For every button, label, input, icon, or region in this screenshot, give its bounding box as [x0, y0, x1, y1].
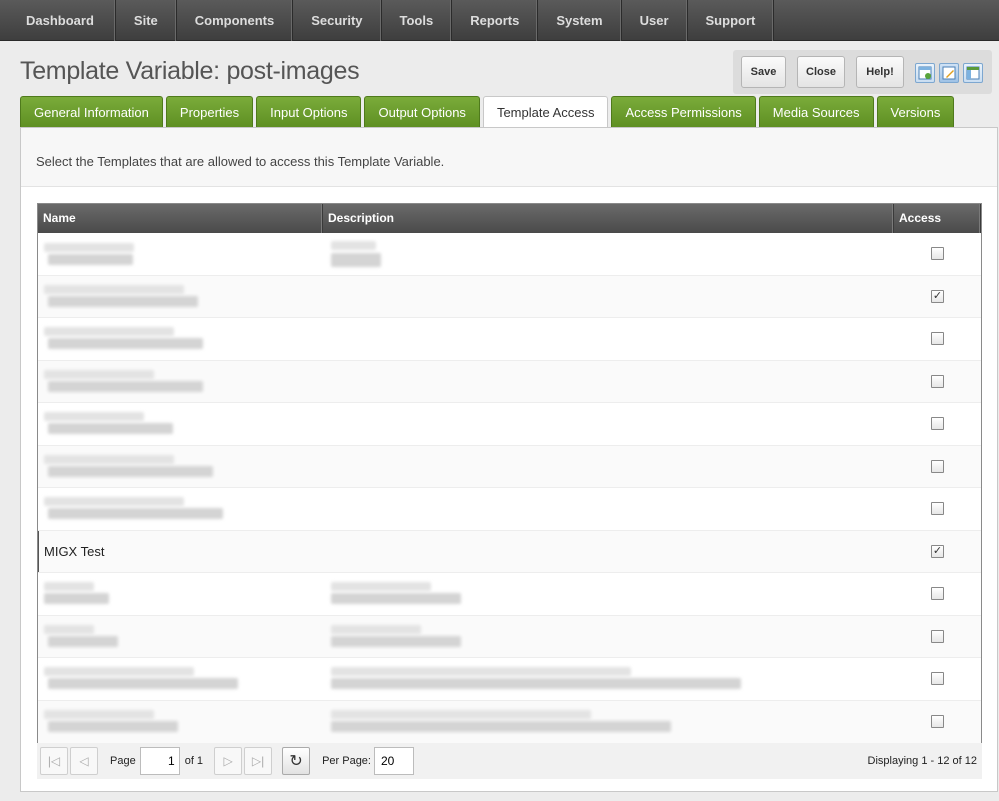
- prev-page-icon[interactable]: ◁: [70, 747, 98, 775]
- layout-north-icon[interactable]: [915, 63, 935, 83]
- nav-reports[interactable]: Reports: [452, 0, 539, 41]
- cell-name: [38, 276, 323, 318]
- table-row[interactable]: [38, 360, 981, 403]
- cell-description: [323, 701, 894, 744]
- close-button[interactable]: Close: [797, 56, 845, 88]
- nav-system[interactable]: System: [538, 0, 622, 41]
- layout-west-icon[interactable]: [963, 63, 983, 83]
- template-name: MIGX Test: [44, 543, 105, 559]
- template-access-panel: Select the Templates that are allowed to…: [20, 127, 998, 792]
- cell-name: [38, 361, 323, 403]
- cell-name: [38, 488, 323, 530]
- page-title: Template Variable: post-images: [20, 57, 360, 85]
- access-checkbox[interactable]: [931, 417, 944, 431]
- table-row[interactable]: [38, 658, 981, 701]
- cell-description: [323, 233, 894, 275]
- access-checkbox[interactable]: ✓: [931, 544, 944, 558]
- tab-media-sources[interactable]: Media Sources: [758, 96, 874, 128]
- refresh-icon[interactable]: ↻: [282, 747, 311, 775]
- access-checkbox[interactable]: [931, 459, 944, 473]
- cell-description: [323, 403, 894, 445]
- access-checkbox[interactable]: [931, 247, 944, 261]
- table-row[interactable]: [38, 403, 981, 446]
- cell-name: MIGX Test: [38, 531, 323, 573]
- cell-description: [323, 446, 894, 488]
- tab-output-options[interactable]: Output Options: [364, 96, 480, 128]
- access-checkbox[interactable]: [931, 672, 944, 686]
- page-number-input[interactable]: [139, 747, 180, 775]
- cell-name: [38, 403, 323, 445]
- tab-template-access[interactable]: Template Access: [482, 96, 609, 129]
- paging-toolbar: |◁ ◁ Page of 1 ▷ ▷| ↻ Per Page: Displayi…: [37, 743, 982, 779]
- access-checkbox[interactable]: [931, 629, 944, 643]
- tab-general-information[interactable]: General Information: [20, 96, 163, 128]
- cell-description: [323, 318, 894, 360]
- top-navigation: Dashboard Site Components Security Tools…: [0, 0, 999, 41]
- page-label: Page: [110, 755, 136, 767]
- templates-grid: Name Description Access ✓ MIGX Test ✓: [37, 203, 982, 743]
- table-row[interactable]: [38, 488, 981, 531]
- table-row[interactable]: MIGX Test ✓: [38, 530, 981, 573]
- edit-icon[interactable]: [939, 63, 959, 83]
- save-button[interactable]: Save: [741, 56, 786, 88]
- access-checkbox[interactable]: [931, 374, 944, 388]
- table-row[interactable]: ✓: [38, 275, 981, 318]
- tab-versions[interactable]: Versions: [876, 96, 955, 128]
- column-header-access[interactable]: Access: [894, 204, 981, 233]
- cell-name: [38, 701, 323, 744]
- nav-components[interactable]: Components: [177, 0, 294, 41]
- tab-access-permissions[interactable]: Access Permissions: [611, 96, 756, 128]
- per-page-label: Per Page:: [322, 755, 371, 767]
- table-row[interactable]: [38, 573, 981, 616]
- cell-description: [323, 658, 894, 700]
- cell-name: [38, 658, 323, 700]
- access-checkbox[interactable]: ✓: [931, 289, 944, 303]
- nav-security[interactable]: Security: [293, 0, 382, 41]
- per-page-input[interactable]: [373, 747, 414, 775]
- nav-tools[interactable]: Tools: [382, 0, 453, 41]
- column-header-name[interactable]: Name: [38, 204, 323, 233]
- grid-header: Name Description Access: [38, 204, 981, 233]
- cell-description: [323, 573, 894, 615]
- tab-properties[interactable]: Properties: [165, 96, 254, 128]
- table-row[interactable]: [38, 318, 981, 361]
- cell-description: [323, 616, 894, 658]
- nav-site[interactable]: Site: [116, 0, 177, 41]
- table-row[interactable]: [38, 615, 981, 658]
- cell-name: [38, 446, 323, 488]
- table-row[interactable]: [38, 233, 981, 276]
- nav-user[interactable]: User: [622, 0, 688, 41]
- access-checkbox[interactable]: [931, 715, 944, 729]
- cell-description: [323, 276, 894, 318]
- nav-support[interactable]: Support: [688, 0, 775, 41]
- last-page-icon[interactable]: ▷|: [244, 747, 273, 775]
- displaying-count: Displaying 1 - 12 of 12: [867, 755, 977, 767]
- first-page-icon[interactable]: |◁: [40, 747, 68, 775]
- cell-name: [38, 318, 323, 360]
- panel-description: Select the Templates that are allowed to…: [21, 128, 997, 187]
- column-header-description[interactable]: Description: [323, 204, 894, 233]
- cell-description: [323, 488, 894, 530]
- table-row[interactable]: [38, 445, 981, 488]
- table-row[interactable]: [38, 700, 981, 744]
- next-page-icon[interactable]: ▷: [214, 747, 243, 775]
- access-checkbox[interactable]: [931, 587, 944, 601]
- cell-name: [38, 573, 323, 615]
- cell-name: [38, 616, 323, 658]
- access-checkbox[interactable]: [931, 332, 944, 346]
- tab-input-options[interactable]: Input Options: [256, 96, 362, 128]
- cell-description: [323, 531, 894, 573]
- help-button[interactable]: Help!: [856, 56, 904, 88]
- page-of-label: of 1: [184, 755, 204, 767]
- cell-description: [323, 361, 894, 403]
- tab-bar: General Information Properties Input Opt…: [20, 96, 957, 129]
- nav-dashboard[interactable]: Dashboard: [0, 0, 116, 41]
- access-checkbox[interactable]: [931, 502, 944, 516]
- cell-name: [38, 233, 323, 275]
